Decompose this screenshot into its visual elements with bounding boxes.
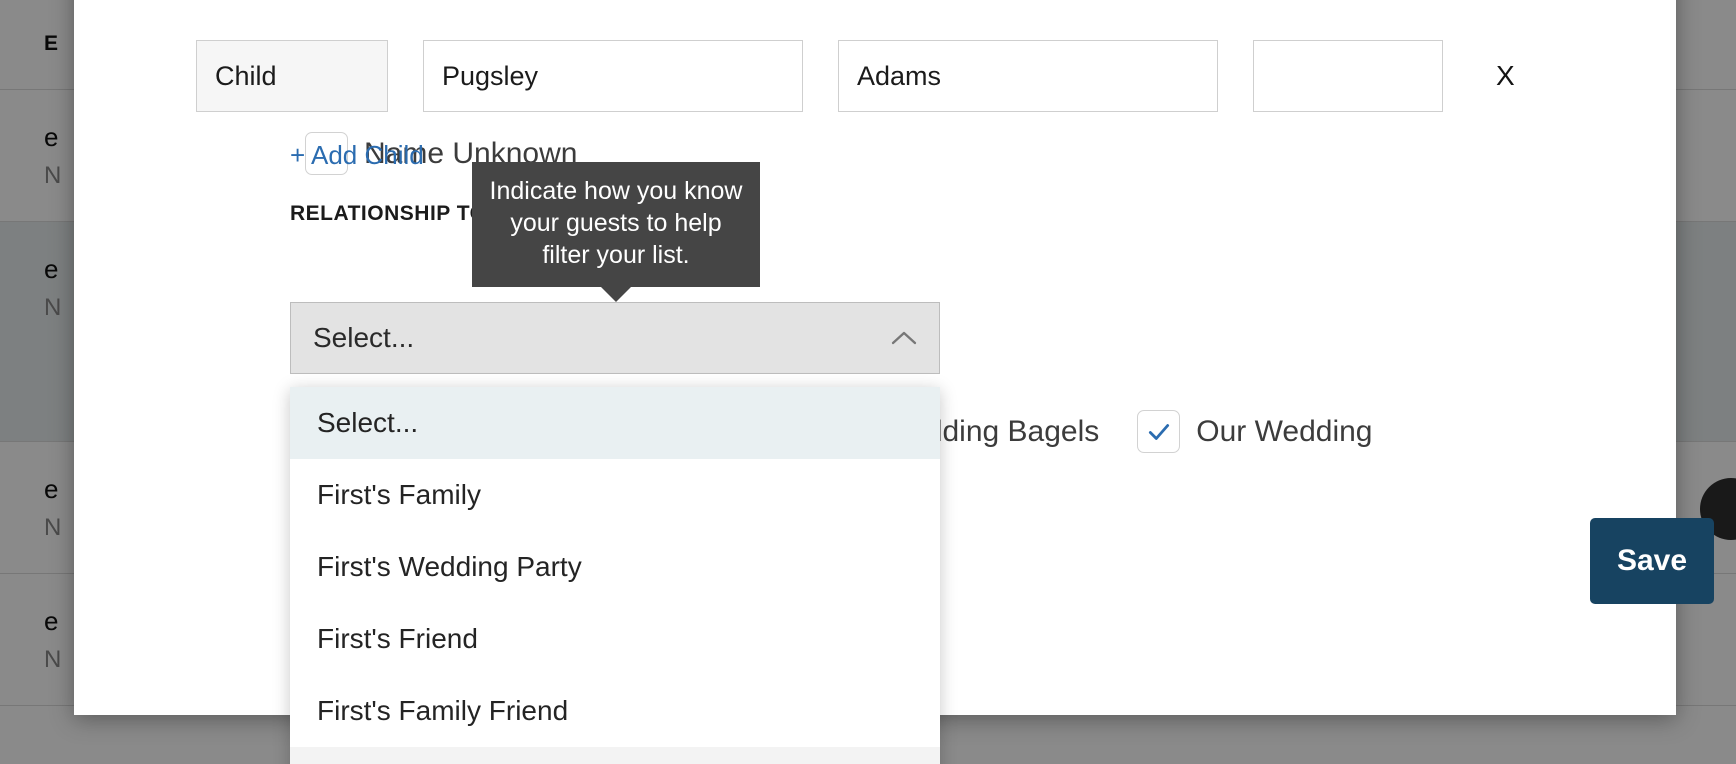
edit-guest-modal: X Name Unknown + Add Child RELATIONSHIP …: [74, 0, 1714, 764]
screen: E e N e N e N e N Child Pugsley Adams X …: [0, 0, 1736, 764]
dropdown-option[interactable]: First's Friend: [290, 603, 940, 675]
dropdown-option[interactable]: First's Wedding Party: [290, 531, 940, 603]
save-button[interactable]: Save: [1590, 518, 1714, 604]
first-name-input[interactable]: [423, 40, 803, 112]
remove-guest-button[interactable]: X: [1488, 40, 1523, 112]
event-checkbox[interactable]: [1137, 410, 1181, 453]
dropdown-option-partial[interactable]: [290, 747, 940, 764]
dropdown-option[interactable]: Select...: [290, 387, 940, 459]
last-name-input[interactable]: [838, 40, 1218, 112]
event-label: Our Wedding: [1196, 414, 1373, 448]
event-item[interactable]: Our Wedding: [1137, 410, 1373, 453]
guest-name-row: X: [196, 40, 1523, 112]
relationship-select[interactable]: Select...: [290, 302, 940, 374]
guest-role-input[interactable]: [196, 40, 388, 112]
dropdown-option[interactable]: First's Family Friend: [290, 675, 940, 747]
add-child-link[interactable]: + Add Child: [290, 140, 424, 171]
chevron-up-icon: [891, 331, 917, 345]
dropdown-option[interactable]: First's Family: [290, 459, 940, 531]
suffix-input[interactable]: [1253, 40, 1443, 112]
check-icon: [1148, 423, 1169, 440]
tooltip-arrow: [600, 286, 632, 302]
relationship-select-value: Select...: [313, 322, 415, 353]
tooltip-text: Indicate how you know your guests to hel…: [489, 177, 743, 269]
relationship-tooltip: Indicate how you know your guests to hel…: [472, 162, 760, 302]
relationship-dropdown-menu[interactable]: Select... First's Family First's Wedding…: [290, 387, 940, 764]
